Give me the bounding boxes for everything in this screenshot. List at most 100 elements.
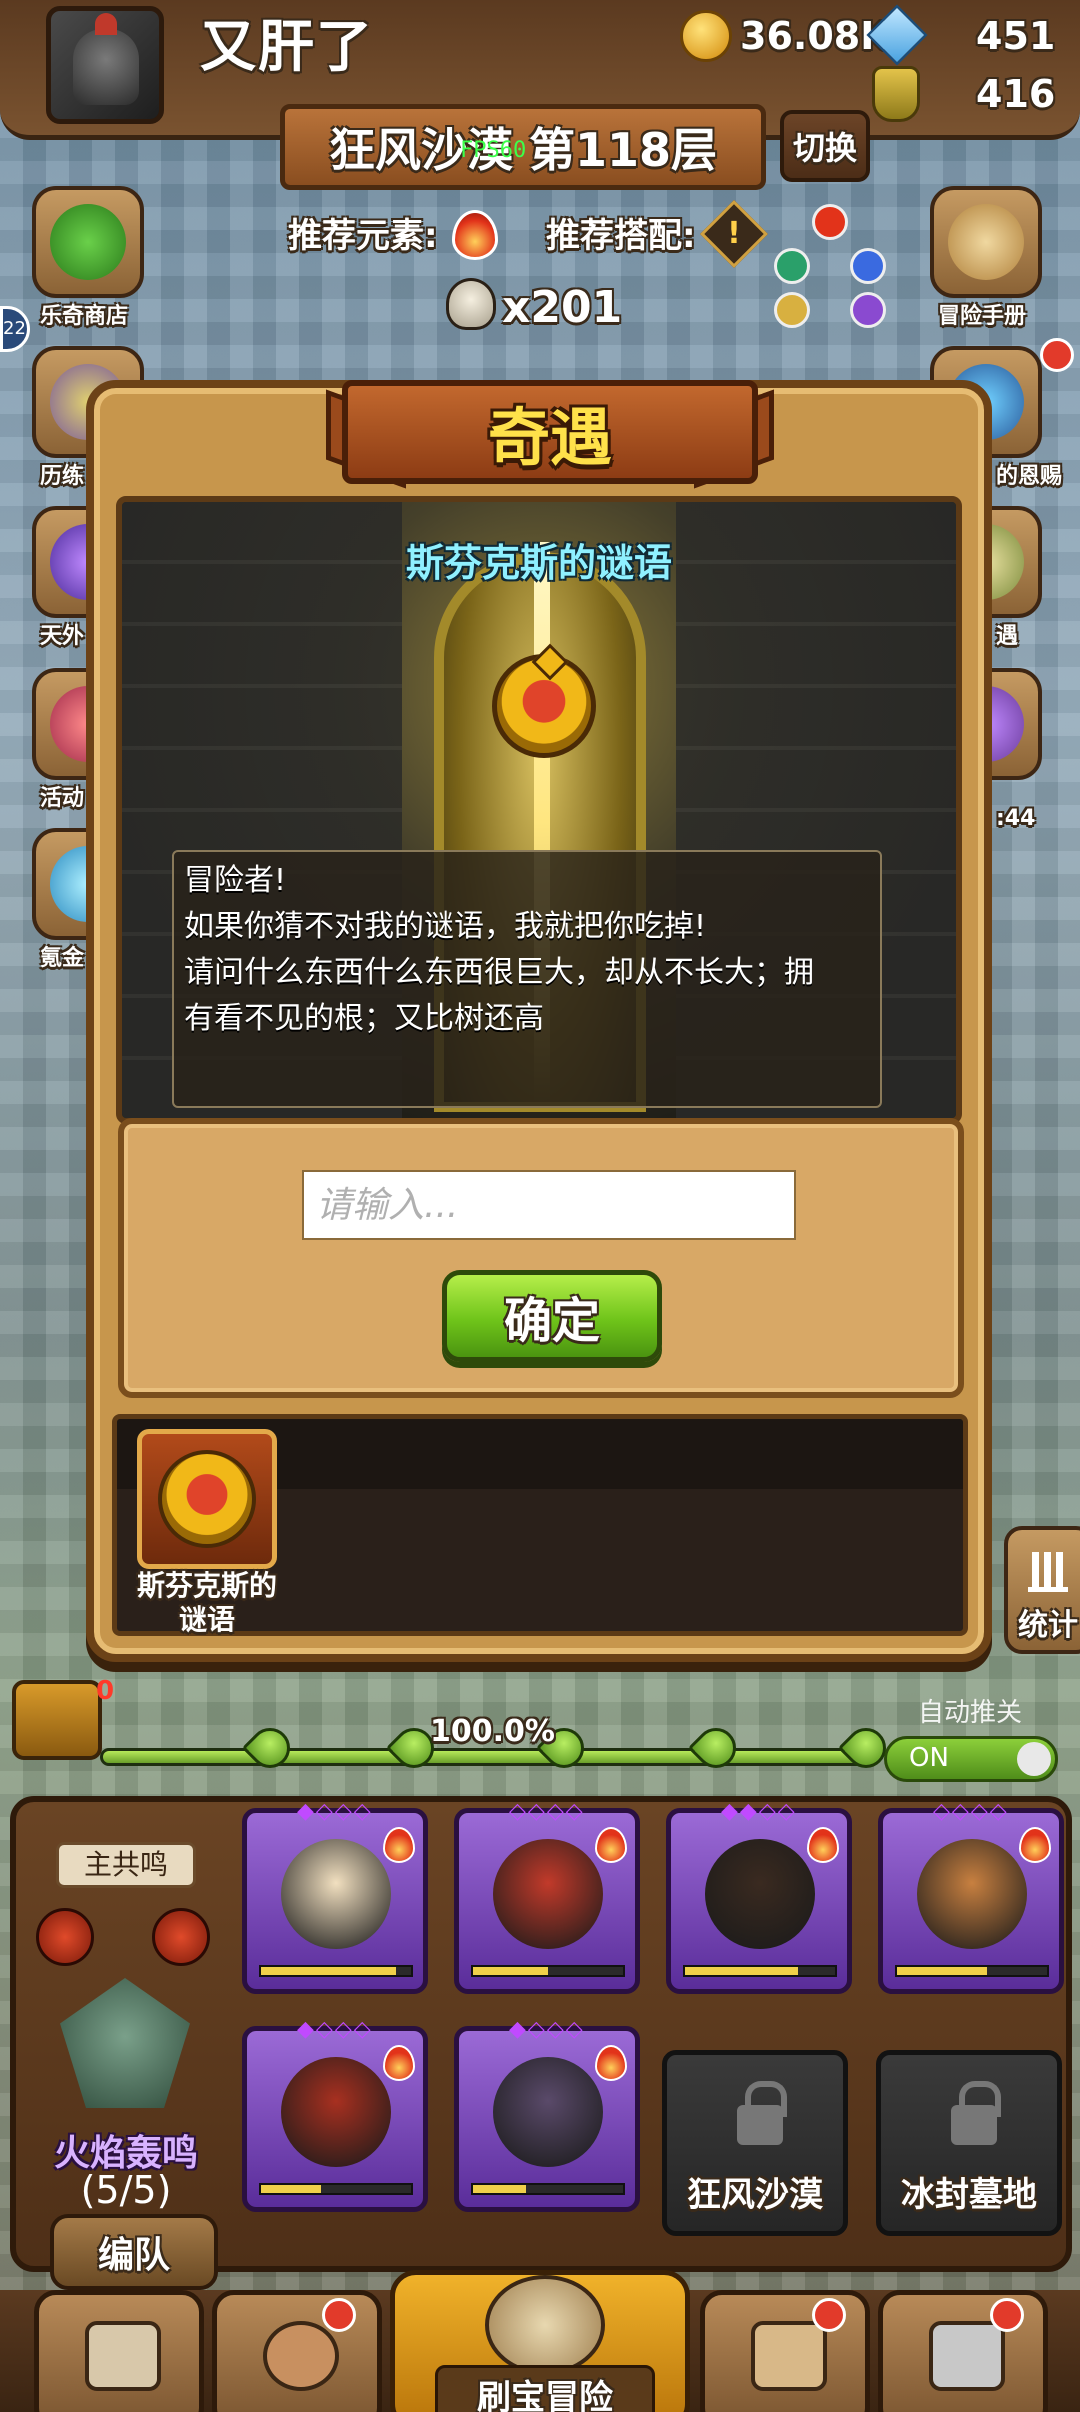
hero-card[interactable]: ◆◆◇◇ bbox=[666, 1799, 852, 1994]
encounter-side-label: 遇 bbox=[996, 624, 1019, 649]
resonance-count: (5/5) bbox=[80, 2168, 172, 2212]
adventure-manual-label: 冒险手册 bbox=[938, 304, 1027, 329]
notification-dot bbox=[990, 2298, 1024, 2332]
auto-push-state: ON bbox=[909, 1743, 949, 1773]
sky-label: 天外 bbox=[40, 624, 85, 649]
hero-star-rank: ◆◇◇◇ bbox=[297, 1799, 373, 1824]
blessing-label: 的恩赐 bbox=[996, 464, 1063, 489]
notification-dot bbox=[1040, 338, 1074, 372]
fire-element-icon bbox=[807, 1827, 839, 1863]
fire-element-icon bbox=[595, 2045, 627, 2081]
locked-slot[interactable]: 冰封墓地 bbox=[876, 2050, 1062, 2236]
nav-treasure-adventure-button[interactable]: 刷宝冒险 bbox=[390, 2270, 690, 2412]
riddle-text-box: 冒险者! 如果你猜不对我的谜语，我就把你吃掉! 请问什么东西什么东西很巨大，却从… bbox=[172, 850, 882, 1108]
gem-amount: 451 bbox=[976, 14, 1056, 58]
formation-label: 编队 bbox=[97, 2235, 170, 2276]
progress-fill bbox=[103, 1751, 867, 1763]
turban-hero-portrait bbox=[917, 1839, 1027, 1949]
lock-icon bbox=[737, 2081, 787, 2145]
locked-slot[interactable]: 狂风沙漠 bbox=[662, 2050, 848, 2236]
riddle-title: 斯芬克斯的谜语 bbox=[405, 541, 672, 585]
resonance-emblem-icon bbox=[60, 1978, 190, 2108]
timed-chest-timer: :44 bbox=[996, 806, 1036, 831]
potion-icon bbox=[872, 66, 920, 122]
hero-hp-bar bbox=[259, 2183, 413, 2195]
king-hero-portrait bbox=[281, 1839, 391, 1949]
plume-icon bbox=[95, 13, 117, 35]
shop-icon bbox=[85, 2321, 161, 2391]
encounter-item-label: 斯芬克斯的 谜语 bbox=[136, 1569, 277, 1636]
training-label: 历练 bbox=[40, 464, 85, 489]
treasure-chest-icon[interactable] bbox=[12, 1680, 102, 1760]
locked-slot-label: 狂风沙漠 bbox=[687, 2175, 823, 2215]
dialog-title: 奇遇 bbox=[487, 401, 612, 474]
hero-star-rank: ◇◇◇◇ bbox=[933, 1799, 1009, 1824]
hero-card[interactable]: ◇◇◇◇ bbox=[878, 1799, 1064, 1994]
bomber-hero-portrait bbox=[705, 1839, 815, 1949]
topup-label: 氪金 bbox=[40, 946, 85, 971]
hero-star-rank: ◆◇◇◇ bbox=[509, 2017, 585, 2042]
hero-card[interactable]: ◆◇◇◇ bbox=[454, 2017, 640, 2212]
fire-element-icon bbox=[383, 2045, 415, 2081]
fire-element-icon bbox=[383, 1827, 415, 1863]
hero-star-rank: ◇◇◇◇ bbox=[509, 1799, 585, 1824]
devil-hero-portrait bbox=[493, 1839, 603, 1949]
encounter-list: 斯芬克斯的 谜语 bbox=[112, 1414, 968, 1636]
potion-amount: 416 bbox=[976, 72, 1056, 116]
recommend-element-label: 推荐元素: bbox=[288, 216, 438, 256]
clover-icon bbox=[50, 204, 126, 280]
nav-shop-button[interactable] bbox=[34, 2290, 204, 2412]
notification-dot bbox=[322, 2298, 356, 2332]
riddle-line: 有看不见的根；又比树还高 bbox=[184, 1001, 544, 1036]
stats-button[interactable]: 统计 bbox=[1004, 1526, 1080, 1654]
fire-resonance-icon bbox=[36, 1908, 94, 1966]
scroll-icon bbox=[948, 204, 1024, 280]
locked-slot-label: 冰封墓地 bbox=[901, 2175, 1037, 2215]
stats-label: 统计 bbox=[1018, 1608, 1078, 1643]
nav-main-label: 刷宝冒险 bbox=[477, 2377, 613, 2412]
bag-icon bbox=[751, 2321, 827, 2391]
lucky-shop-button[interactable] bbox=[32, 186, 144, 298]
hero-card[interactable]: ◆◇◇◇ bbox=[242, 2017, 428, 2212]
confirm-button[interactable]: 确定 bbox=[442, 1270, 662, 1362]
hero-icon bbox=[263, 2321, 339, 2391]
sphinx-emblem-icon bbox=[492, 654, 596, 758]
gold-coin-icon bbox=[680, 10, 732, 62]
dialog-title-banner: 奇遇 bbox=[342, 380, 758, 484]
confirm-label: 确定 bbox=[503, 1293, 600, 1349]
fire-element-icon bbox=[595, 1827, 627, 1863]
forge-icon bbox=[929, 2321, 1005, 2391]
formation-button[interactable]: 编队 bbox=[50, 2214, 218, 2290]
resonance-tag: 主共鸣 bbox=[56, 1842, 196, 1888]
hero-hp-bar bbox=[895, 1965, 1049, 1977]
hero-star-rank: ◆◇◇◇ bbox=[297, 2017, 373, 2042]
riddle-line: 冒险者! bbox=[184, 863, 287, 898]
burst-resonance-icon bbox=[152, 1908, 210, 1966]
riddle-line: 请问什么东西什么东西很巨大，却从不长大；拥 bbox=[184, 955, 814, 990]
encounter-thumbnail bbox=[137, 1429, 277, 1569]
sphinx-emblem-icon bbox=[158, 1450, 256, 1548]
lucky-shop-label: 乐奇商店 bbox=[40, 304, 129, 329]
fire-element-icon bbox=[1019, 1827, 1051, 1863]
switch-stage-button[interactable]: 切换 bbox=[780, 110, 870, 182]
fps-counter: FPS60 bbox=[460, 138, 527, 163]
stage-progress-bar bbox=[100, 1748, 870, 1766]
hero-card[interactable]: ◇◇◇◇ bbox=[454, 1799, 640, 1994]
notification-dot bbox=[812, 2298, 846, 2332]
adventure-manual-button[interactable] bbox=[930, 186, 1042, 298]
treasure-map-icon bbox=[485, 2275, 605, 2375]
answer-input[interactable] bbox=[302, 1170, 796, 1240]
nav-hero-button[interactable] bbox=[212, 2290, 382, 2412]
event-label: 活动 bbox=[40, 786, 85, 811]
chest-count: 0 bbox=[96, 1676, 115, 1706]
pirate-hero-portrait bbox=[493, 2057, 603, 2167]
toggle-knob bbox=[1017, 1742, 1051, 1776]
skull-icon bbox=[446, 278, 496, 330]
hero-card[interactable]: ◆◇◇◇ bbox=[242, 1799, 428, 1994]
progress-percent: 100.0% bbox=[430, 1714, 555, 1749]
element-cycle-icon bbox=[770, 202, 890, 332]
hero-star-rank: ◆◆◇◇ bbox=[721, 1799, 797, 1824]
auto-push-toggle[interactable]: ON bbox=[884, 1736, 1058, 1782]
player-avatar[interactable] bbox=[46, 6, 164, 124]
oni-hero-portrait bbox=[281, 2057, 391, 2167]
